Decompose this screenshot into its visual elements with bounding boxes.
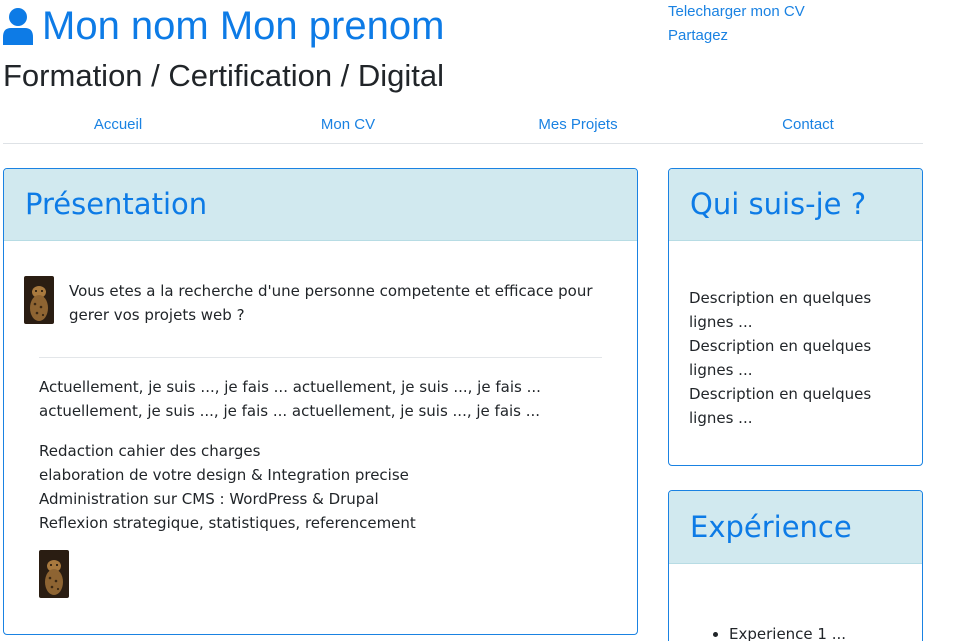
experience-card: Expérience Experience 1 ...	[668, 490, 923, 641]
description-line: Description en quelques lignes ...	[689, 289, 872, 331]
services-list: Redaction cahier des charges elaboration…	[39, 439, 416, 535]
experience-list: Experience 1 ...	[729, 622, 846, 641]
service-item: Administration sur CMS : WordPress & Dru…	[39, 490, 379, 508]
service-item: Redaction cahier des charges	[39, 442, 261, 460]
qui-suis-je-title: Qui suis-je ?	[669, 169, 922, 241]
divider	[39, 357, 602, 358]
nav-item-contact[interactable]: Contact	[693, 108, 923, 143]
experience-item: Experience 1 ...	[729, 622, 846, 641]
qui-suis-je-card: Qui suis-je ? Description en quelques li…	[668, 168, 923, 466]
leopard-image	[39, 550, 69, 598]
description-line: Description en quelques lignes ...	[689, 385, 872, 427]
qui-suis-je-description: Description en quelques lignes ... Descr…	[689, 286, 899, 430]
experience-title: Expérience	[669, 491, 922, 564]
presentation-paragraph: Actuellement, je suis ..., je fais ... a…	[39, 378, 541, 420]
service-item: elaboration de votre design & Integratio…	[39, 466, 409, 484]
description-line: Description en quelques lignes ...	[689, 337, 872, 379]
nav-item-mes-projets[interactable]: Mes Projets	[463, 108, 693, 143]
site-title-text: Mon nom Mon prenom	[42, 4, 445, 48]
user-icon	[3, 7, 33, 45]
site-subtitle: Formation / Certification / Digital	[3, 58, 445, 93]
download-cv-link[interactable]: Telecharger mon CV	[668, 0, 805, 24]
leopard-thumbnail	[24, 276, 54, 324]
share-link[interactable]: Partagez	[668, 24, 805, 48]
site-title: Mon nom Mon prenom	[3, 2, 444, 50]
nav-item-mon-cv[interactable]: Mon CV	[233, 108, 463, 143]
service-item: Reflexion strategique, statistiques, ref…	[39, 514, 416, 532]
top-links: Telecharger mon CV Partagez	[668, 0, 805, 48]
presentation-card: Présentation Vous etes a la recherche d'…	[3, 168, 638, 635]
nav-item-accueil[interactable]: Accueil	[3, 108, 233, 143]
presentation-intro: Vous etes a la recherche d'une personne …	[69, 282, 593, 324]
main-nav: Accueil Mon CV Mes Projets Contact	[3, 108, 923, 144]
presentation-title: Présentation	[4, 169, 637, 241]
